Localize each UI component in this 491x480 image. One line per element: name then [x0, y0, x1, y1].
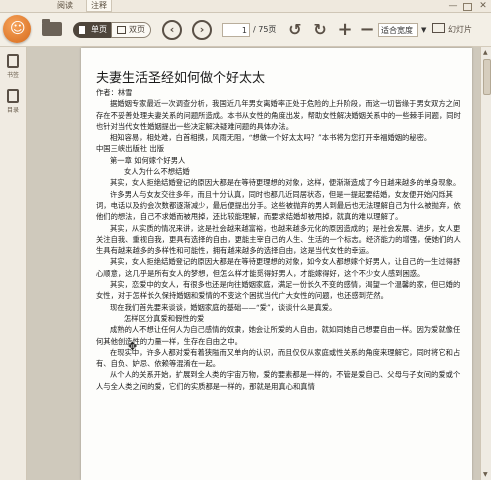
single-page-label: 单页	[91, 25, 107, 34]
paragraph: 中国三峡出版社 出版	[96, 144, 164, 154]
tab-notes[interactable]: 注释	[86, 0, 112, 12]
minimize-button[interactable]: —	[448, 1, 458, 11]
paragraph: 第一章 如何嫁个好男人	[110, 155, 186, 165]
double-page-label: 双页	[129, 25, 145, 34]
slideshow-button[interactable]: 幻灯片	[432, 22, 482, 38]
rotate-right-icon[interactable]: ↻	[312, 21, 328, 39]
zoom-out-icon[interactable]: −	[359, 21, 375, 39]
paragraph: 其实，从实质的情况来讲，这是社会越来越富裕，也越来越多元化的原因造成的；是社会发…	[96, 223, 461, 256]
next-page-button[interactable]: ›	[192, 20, 212, 40]
previous-page-button[interactable]: ‹	[162, 20, 182, 40]
paragraph: 据婚姻专家最近一次调查分析，我国近几年男女离婚率正处于危险的上升阶段，而这一切皆…	[96, 99, 461, 131]
paragraph: 女人为什么不想结婚	[124, 167, 190, 177]
scrollbar-thumb[interactable]	[483, 59, 491, 95]
zoom-in-icon[interactable]: +	[337, 21, 353, 39]
document-title: 夫妻生活圣经如何做个好太太	[96, 71, 266, 86]
paragraph: 成熟的人不想让任何人为自己感情的奴隶，她会让所爱的人自由，就如同她自己想要自由一…	[96, 325, 461, 346]
toolbar: ☺ 单页 双页 ‹ › 1 / 75页 ↺ ↻ + − 适合宽度 ▼ 幻灯片	[0, 13, 491, 47]
slideshow-icon	[432, 23, 445, 33]
reader-window: 阅读 注释 — ✕ ☺ 单页 双页 ‹ › 1 / 75页 ↺ ↻ + − 适合…	[0, 0, 491, 480]
paragraph: 在现实中，许多人都对爱有着狭隘而又单向的认识，而且仅仅从家庭或性关系的角度来理解…	[96, 347, 461, 369]
sidebar-toc-label: 目录	[6, 107, 19, 114]
bookmark-icon	[7, 54, 19, 68]
page-total: / 75页	[253, 25, 277, 34]
page-number-input[interactable]: 1	[222, 23, 250, 37]
maximize-button[interactable]	[463, 3, 472, 11]
document-content: 夫妻生活圣经如何做个好太太 作者：林雪 据婚姻专家最近一次调查分析，我国近几年男…	[96, 71, 462, 392]
paragraph: 怎样区分真爱和假性的爱	[124, 313, 205, 323]
toc-icon	[7, 89, 19, 103]
paragraph: 从个人的关系开始，扩展到全人类的宇宙万物，爱的要素都是一样的，不管是爱自己、父母…	[96, 370, 461, 391]
double-page-icon	[117, 26, 126, 34]
app-logo-icon[interactable]: ☺	[3, 15, 31, 43]
scroll-up-icon[interactable]: ▲	[483, 49, 488, 56]
mouse-cursor-icon: ✥	[128, 340, 138, 353]
scroll-down-icon[interactable]: ▼	[483, 471, 488, 478]
document-author: 作者：林雪	[96, 88, 133, 97]
sidebar-bookmark-label: 书签	[6, 72, 19, 79]
fit-mode-select[interactable]: 适合宽度	[378, 23, 418, 37]
rotate-left-icon[interactable]: ↺	[287, 21, 303, 39]
tab-read[interactable]: 阅读	[54, 0, 76, 12]
paragraph: 许多男人与女友交往多年，而且十分认真，同时也都几近同居状态，但是一提起要结婚，女…	[96, 189, 461, 222]
single-page-icon	[79, 26, 85, 34]
sidebar-item-toc[interactable]: 目录	[0, 87, 26, 121]
paragraph: 其实，恋爱中的女人，有很多也还是向往婚姻家庭，满足一份长久不变的感情，渴望一个温…	[96, 280, 461, 301]
open-folder-icon[interactable]	[42, 19, 62, 36]
paragraph: 现在我们首先要来谈谈，婚姻家庭的基础——“爱”，谈谈什么是真爱。	[110, 302, 337, 312]
reading-area: 夫妻生活圣经如何做个好太太 作者：林雪 据婚姻专家最近一次调查分析，我国近几年男…	[27, 47, 480, 480]
paragraph: 其实，女人拒绝结婚登记的原因大都是在等待更理想的对象，这样，便渐渐造成了今日越来…	[110, 178, 461, 188]
document-page: 夫妻生活圣经如何做个好太太 作者：林雪 据婚姻专家最近一次调查分析，我国近几年男…	[81, 48, 472, 480]
tab-bar: 阅读 注释 — ✕	[0, 0, 491, 13]
document-body: 据婚姻专家最近一次调查分析，我国近几年男女离婚率正处于危险的上升阶段，而这一切皆…	[96, 98, 462, 392]
sidebar-item-bookmark[interactable]: 书签	[0, 52, 26, 86]
vertical-scrollbar[interactable]: ▲ ▼	[480, 47, 491, 480]
paragraph: 相知容易，相处难，白首相携，风雨无阻，“想做一个好太太吗？”本书将为您打开幸福婚…	[110, 133, 432, 143]
slideshow-label: 幻灯片	[448, 25, 472, 34]
double-page-button[interactable]: 双页	[111, 22, 151, 38]
chevron-down-icon[interactable]: ▼	[421, 23, 426, 37]
single-page-button[interactable]: 单页	[73, 22, 111, 38]
close-button[interactable]: ✕	[478, 1, 488, 11]
paragraph: 其实，女人拒绝结婚登记的原因大都是在等待更理想的对象，如今女人都想嫁个好男人，让…	[96, 257, 461, 278]
sidebar: 书签 目录	[0, 47, 27, 480]
